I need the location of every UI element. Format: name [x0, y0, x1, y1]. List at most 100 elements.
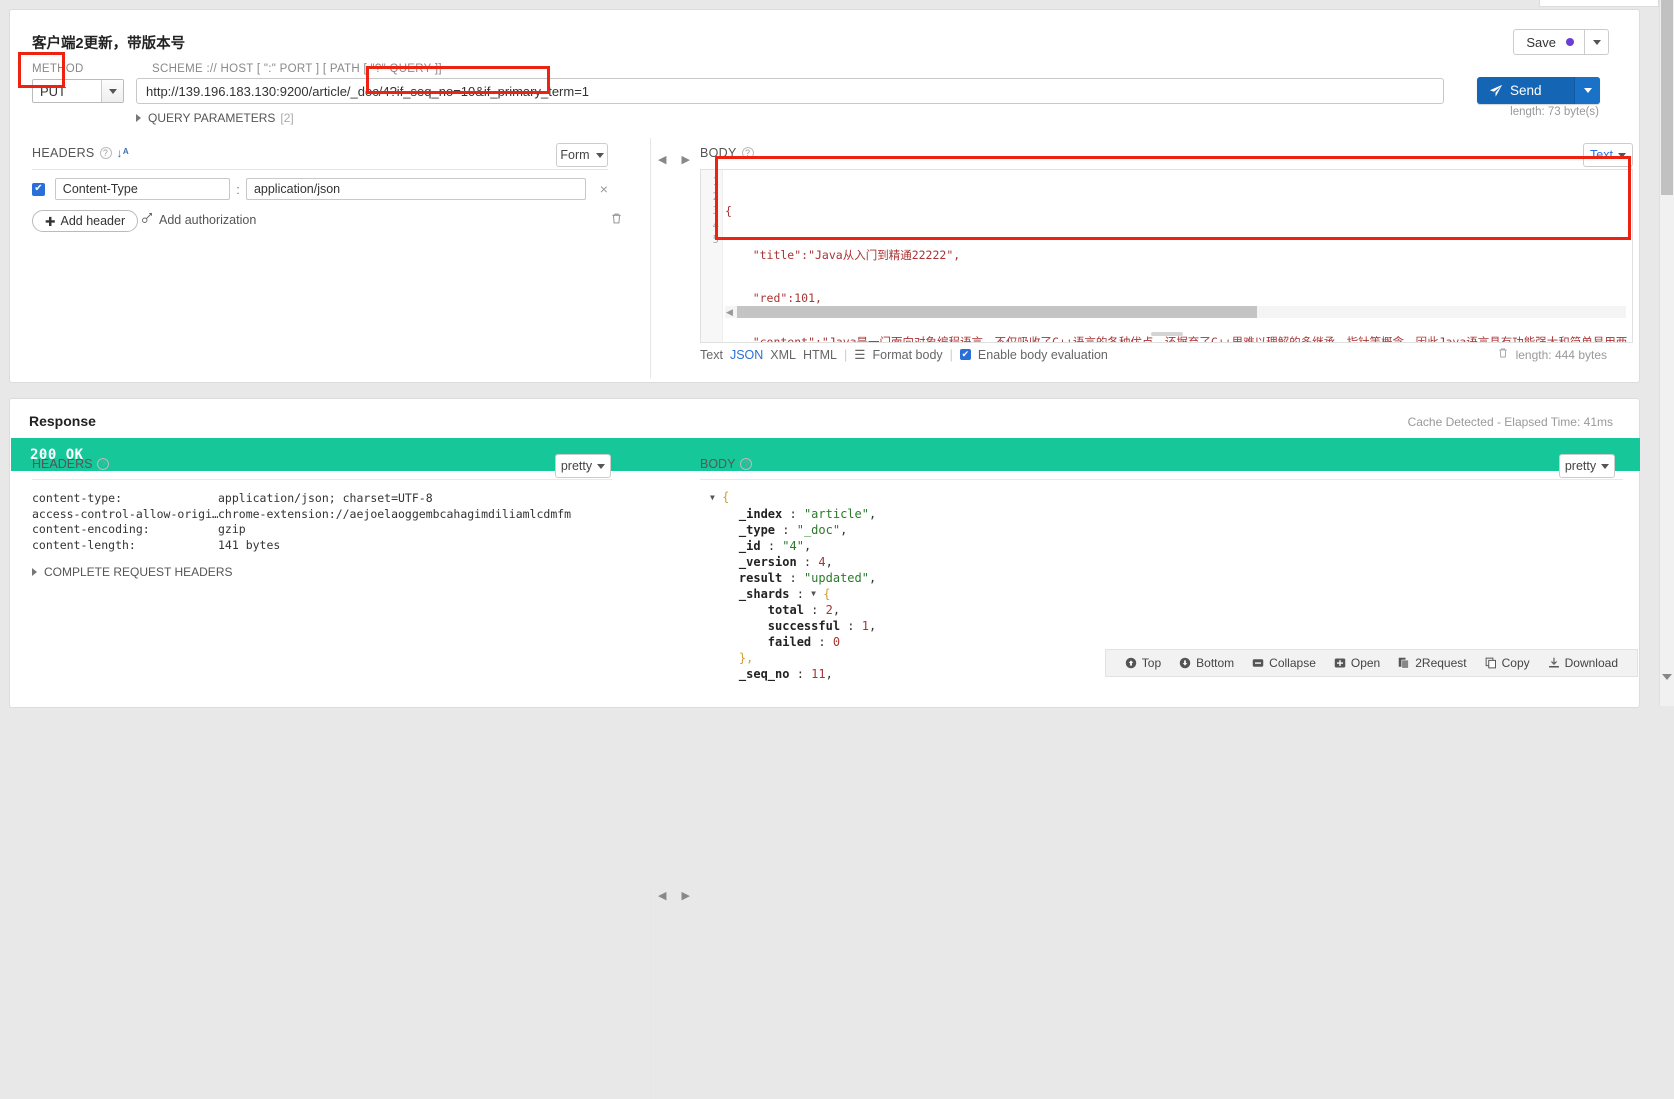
- help-icon[interactable]: ?: [99, 147, 112, 159]
- help-icon[interactable]: ?: [740, 458, 753, 470]
- json-key: _type: [738, 522, 776, 537]
- body-format-label: Text: [1590, 148, 1613, 162]
- chevron-down-icon: [595, 152, 604, 158]
- headers-mode-select[interactable]: Form: [556, 143, 608, 167]
- toolbar-collapse-button[interactable]: Collapse: [1243, 656, 1325, 670]
- json-collapse-toggle[interactable]: ▼: [710, 490, 715, 506]
- format-text-option[interactable]: Text: [700, 348, 723, 362]
- sort-az-icon[interactable]: ↓ᴬ: [117, 146, 129, 160]
- response-status-bar: 200 OK: [11, 438, 1640, 471]
- response-body-view-select[interactable]: pretty: [1559, 454, 1615, 478]
- page-scrollbar-thumb[interactable]: [1661, 0, 1673, 195]
- editor-gutter: 1 2 3 4 5: [701, 170, 723, 342]
- toolbar-request-button[interactable]: 2Request: [1389, 656, 1475, 670]
- json-comma: ,: [868, 506, 877, 521]
- toolbar-bottom-button[interactable]: Bottom: [1170, 656, 1243, 670]
- request-body-title: BODY ?: [700, 146, 754, 160]
- toolbar-bottom-label: Bottom: [1196, 656, 1235, 670]
- format-xml-option[interactable]: XML: [770, 348, 796, 362]
- json-colon: :: [760, 538, 783, 553]
- scrollbar-thumb[interactable]: [737, 306, 1257, 318]
- collapse-left-icon[interactable]: ◀: [658, 889, 666, 902]
- response-header-row: access-control-allow-origi… chrome-exten…: [32, 507, 571, 523]
- expand-right-icon[interactable]: ▶: [681, 153, 689, 166]
- complete-request-headers-toggle[interactable]: COMPLETE REQUEST HEADERS: [32, 565, 232, 579]
- header-value-input[interactable]: application/json: [245, 178, 586, 200]
- json-brace: {: [722, 490, 730, 504]
- editor-resize-grip[interactable]: [1150, 332, 1183, 336]
- method-select[interactable]: PUT: [32, 79, 124, 103]
- save-button[interactable]: Save: [1513, 29, 1609, 55]
- format-html-option[interactable]: HTML: [803, 348, 837, 362]
- query-parameters-toggle[interactable]: QUERY PARAMETERS [2]: [136, 111, 294, 125]
- json-brace: {: [823, 586, 831, 601]
- json-tree-line: _shards : ▼ {: [710, 586, 1623, 603]
- json-colon: :: [811, 635, 833, 649]
- save-dropdown-toggle[interactable]: [1584, 30, 1608, 54]
- toolbar-copy-button[interactable]: Copy: [1476, 656, 1539, 670]
- header-enabled-checkbox[interactable]: ✔: [32, 182, 45, 196]
- help-icon[interactable]: ?: [741, 147, 754, 159]
- response-headers-view-select[interactable]: pretty: [555, 454, 611, 478]
- request-headers-label: HEADERS: [32, 146, 95, 160]
- request-body-editor[interactable]: 1 2 3 4 5 { "title":"Java从入门到精通22222", "…: [700, 169, 1633, 343]
- response-split-arrows[interactable]: ◀ ▶: [658, 889, 690, 902]
- json-comma: ,: [803, 538, 812, 553]
- json-comma: ,: [840, 522, 848, 537]
- json-colon: :: [782, 570, 804, 585]
- json-tree-line: _id : "4",: [710, 538, 1623, 554]
- code-line: "red":101,: [725, 291, 822, 305]
- query-parameters-count: [2]: [280, 111, 294, 125]
- json-collapse-toggle[interactable]: ▼: [811, 586, 816, 602]
- editor-horizontal-scrollbar[interactable]: ◀: [725, 306, 1626, 318]
- clear-body-icon[interactable]: [1497, 347, 1509, 362]
- add-header-button[interactable]: ✚ Add header: [32, 210, 139, 232]
- json-value: 2: [825, 603, 833, 617]
- toolbar-top-button[interactable]: Top: [1116, 656, 1170, 670]
- response-header-value: chrome-extension://aejoelaoggembcahagimd…: [218, 506, 572, 521]
- response-headers-divider: [32, 479, 612, 480]
- enable-body-evaluation-checkbox[interactable]: ✔: [959, 349, 971, 360]
- response-header-value: application/json; charset=UTF-8: [218, 491, 433, 505]
- send-button[interactable]: Send: [1477, 77, 1600, 104]
- scroll-down-icon[interactable]: [1662, 674, 1672, 680]
- delete-all-headers-icon[interactable]: [610, 212, 623, 228]
- url-input[interactable]: http://139.196.183.130:9200/article/_doc…: [136, 78, 1444, 104]
- response-headers-title: HEADERS ?: [32, 457, 110, 471]
- copy-to-request-icon: [1398, 657, 1410, 669]
- format-json-option[interactable]: JSON: [730, 348, 763, 362]
- toolbar-open-button[interactable]: Open: [1325, 656, 1389, 670]
- chevron-down-icon: [597, 463, 606, 469]
- json-comma: ,: [825, 667, 833, 681]
- json-colon: :: [789, 667, 812, 681]
- toolbar-download-button[interactable]: Download: [1539, 656, 1627, 670]
- page-scrollbar[interactable]: [1659, 0, 1674, 706]
- method-select-toggle[interactable]: [101, 80, 123, 102]
- send-dropdown-toggle[interactable]: [1574, 77, 1600, 104]
- chevron-down-icon: [108, 88, 117, 94]
- header-key-input[interactable]: Content-Type: [54, 178, 231, 200]
- json-comma: ,: [868, 570, 877, 585]
- scroll-left-icon[interactable]: ◀: [726, 307, 733, 318]
- line-number: 3: [712, 205, 719, 217]
- json-key: total: [767, 603, 804, 617]
- toolbar-collapse-label: Collapse: [1269, 656, 1316, 670]
- response-header-value: 141 bytes: [218, 537, 281, 552]
- header-remove-icon[interactable]: ×: [600, 181, 608, 197]
- code-line: "title":"Java从入门到精通22222",: [725, 247, 961, 262]
- response-header-key: content-encoding:: [32, 522, 150, 536]
- request-split-arrows[interactable]: ◀ ▶: [658, 153, 690, 166]
- add-authorization-button[interactable]: Add authorization: [141, 212, 256, 227]
- window-top-strip: [0, 0, 1674, 7]
- response-title: Response: [29, 413, 96, 429]
- help-icon[interactable]: ?: [97, 458, 110, 470]
- format-body-button[interactable]: Format body: [872, 348, 942, 362]
- body-format-select[interactable]: Text: [1583, 143, 1633, 167]
- collapse-left-icon[interactable]: ◀: [658, 153, 666, 166]
- separator: |: [844, 347, 848, 362]
- copy-icon: [1485, 657, 1496, 669]
- expand-right-icon[interactable]: ▶: [681, 889, 689, 902]
- line-number: 2: [712, 190, 719, 203]
- send-button-label: Send: [1510, 83, 1542, 98]
- json-value: 1: [861, 619, 869, 633]
